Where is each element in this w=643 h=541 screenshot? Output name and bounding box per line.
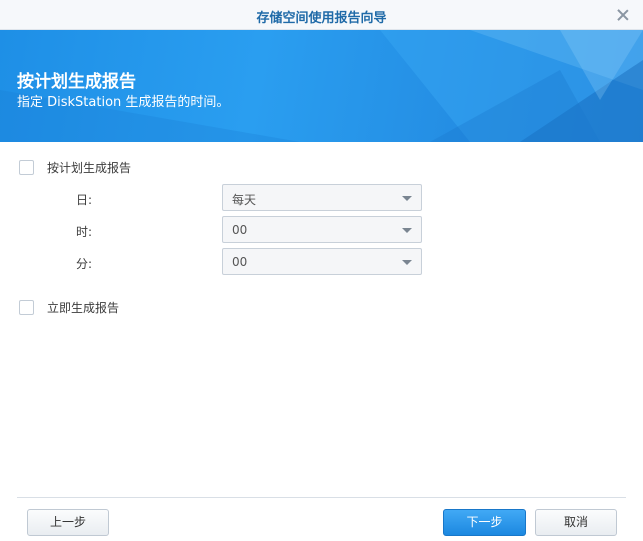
now-checkbox[interactable] — [19, 300, 34, 315]
minute-select-value: 00 — [232, 255, 248, 269]
schedule-option[interactable]: 按计划生成报告 — [19, 159, 131, 176]
banner-title: 按计划生成报告 — [17, 72, 136, 92]
day-label: 日: — [76, 193, 93, 207]
chevron-down-icon — [402, 260, 412, 265]
back-button[interactable]: 上一步 — [27, 509, 109, 536]
now-option[interactable]: 立即生成报告 — [19, 299, 119, 316]
schedule-checkbox[interactable] — [19, 160, 34, 175]
cancel-button[interactable]: 取消 — [535, 509, 617, 536]
footer-divider — [17, 497, 626, 498]
close-icon[interactable] — [613, 5, 633, 25]
banner-subtitle: 指定 DiskStation 生成报告的时间。 — [17, 95, 230, 110]
hour-label: 时: — [76, 225, 93, 239]
now-checkbox-label: 立即生成报告 — [47, 301, 120, 315]
chevron-down-icon — [402, 196, 412, 201]
day-select[interactable]: 每天 — [222, 184, 422, 211]
chevron-down-icon — [402, 228, 412, 233]
next-button[interactable]: 下一步 — [443, 509, 526, 536]
day-select-value: 每天 — [232, 193, 257, 207]
hour-select-value: 00 — [232, 223, 248, 237]
minute-label: 分: — [76, 257, 93, 271]
window-title: 存储空间使用报告向导 — [256, 11, 387, 26]
schedule-checkbox-label: 按计划生成报告 — [47, 161, 132, 175]
header-banner: 按计划生成报告 指定 DiskStation 生成报告的时间。 — [0, 30, 643, 142]
minute-select[interactable]: 00 — [222, 248, 422, 275]
hour-select[interactable]: 00 — [222, 216, 422, 243]
title-bar: 存储空间使用报告向导 — [0, 0, 643, 30]
